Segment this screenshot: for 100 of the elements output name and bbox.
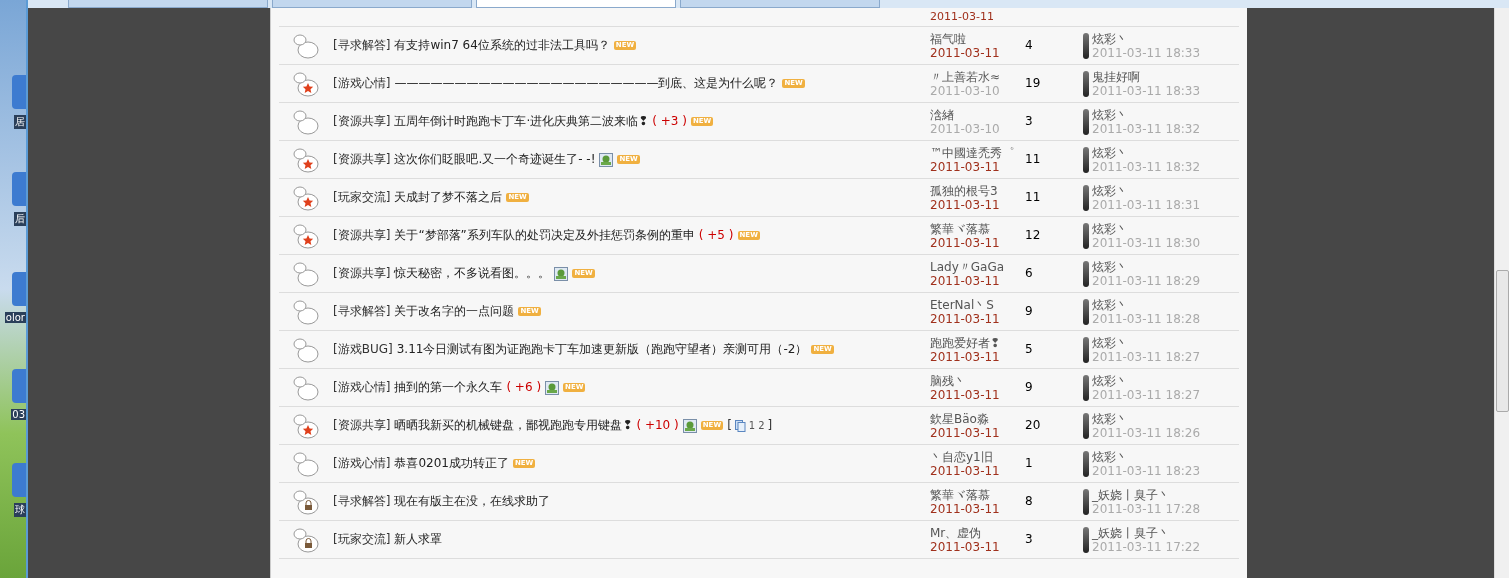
page-link[interactable]: 1: [748, 418, 756, 433]
thread-category[interactable]: [寻求解答]: [333, 304, 391, 319]
last-poster[interactable]: 炫彩丶: [1092, 335, 1201, 350]
last-poster[interactable]: 鬼挂好啊: [1092, 69, 1201, 84]
thread-category[interactable]: [资源共享]: [333, 228, 391, 243]
last-post-time: 2011-03-11 18:32: [1092, 159, 1201, 174]
post-date: 2011-03-11: [930, 45, 1001, 60]
thread-title[interactable]: 关于改名字的一点问题: [394, 304, 515, 319]
thread-category[interactable]: [玩家交流]: [333, 532, 391, 547]
desktop-icon-label: 03: [11, 409, 26, 420]
post-date: 2011-03-11: [930, 463, 1001, 478]
thread-author[interactable]: 脑残丶: [930, 373, 1022, 388]
thread-category[interactable]: [游戏心情]: [333, 76, 391, 91]
thread-author[interactable]: 丶自恋y1旧: [930, 449, 1022, 464]
thread-title[interactable]: 晒晒我新买的机械键盘，鄙视跑跑专用键盘❢: [394, 418, 633, 433]
thread-category[interactable]: [寻求解答]: [333, 494, 391, 509]
thread-title[interactable]: 这次你们眨眼吧.又一个奇迹诞生了- -!: [394, 152, 596, 167]
thread-title[interactable]: 关于“梦部落”系列车队的处罚决定及外挂惩罚条例的重申: [394, 228, 695, 243]
thread-author[interactable]: EterNal丶S: [930, 297, 1022, 312]
scroll-bar[interactable]: [1494, 8, 1509, 578]
last-poster[interactable]: 炫彩丶: [1092, 107, 1201, 122]
thread-author[interactable]: 福气啦: [930, 31, 1022, 46]
desktop-icon[interactable]: [12, 369, 26, 403]
last-poster[interactable]: 炫彩丶: [1092, 31, 1201, 46]
bracket: [: [727, 418, 732, 433]
thread-category[interactable]: [资源共享]: [333, 152, 391, 167]
thread-category[interactable]: [游戏心情]: [333, 456, 391, 471]
last-post-time: 2011-03-11 18:27: [1092, 349, 1201, 364]
desktop-icon[interactable]: [12, 75, 26, 109]
thread-author[interactable]: 浛緖: [930, 107, 1022, 122]
last-poster[interactable]: 炫彩丶: [1092, 221, 1201, 236]
thread-title[interactable]: 有支持win7 64位系统的过非法工具吗？: [394, 38, 610, 53]
last-post-marker-icon: [1083, 222, 1089, 249]
post-date: 2011-03-11: [930, 311, 1001, 326]
last-post-marker-icon: [1083, 450, 1089, 477]
desktop-icon[interactable]: [12, 463, 26, 497]
thread-title[interactable]: 五周年倒计时跑跑卡丁车·进化庆典第二波来临❢: [394, 114, 649, 129]
thread-author[interactable]: 繁華ヾ落慕: [930, 487, 1022, 502]
thread-category[interactable]: [资源共享]: [333, 266, 391, 281]
desktop-icon-label: 居: [14, 115, 26, 129]
post-date: 2011-03-11: [930, 425, 1001, 440]
thread-author[interactable]: 跑跑爱好者❢: [930, 335, 1022, 350]
desktop-icon-label: 后: [14, 212, 26, 226]
reply-count: 3: [1025, 532, 1034, 547]
reply-count: 12: [1025, 228, 1042, 243]
page-link[interactable]: 2: [758, 418, 765, 433]
thread-title[interactable]: 惊天秘密，不多说看图。。。: [394, 266, 551, 281]
last-poster[interactable]: 炫彩丶: [1092, 183, 1201, 198]
last-poster[interactable]: _妖娆丨臭子丶: [1092, 525, 1201, 540]
last-post-marker-icon: [1083, 146, 1089, 173]
thread-category[interactable]: [资源共享]: [333, 418, 391, 433]
thread-title[interactable]: 3.11今日测试有图为证跑跑卡丁车加速更新版（跑跑守望者）亲测可用（-2）: [396, 342, 808, 357]
rating-score: ( +6 ): [506, 380, 542, 395]
thread-category[interactable]: [资源共享]: [333, 114, 391, 129]
thread-author[interactable]: Mr、虚伪: [930, 525, 1022, 540]
thread-author[interactable]: 繁華ヾ落慕: [930, 221, 1022, 236]
thread-author[interactable]: 欽星Bäo淼: [930, 411, 1022, 426]
thread-title[interactable]: 天成封了梦不落之后: [394, 190, 503, 205]
reply-count: 8: [1025, 494, 1034, 509]
thread-author[interactable]: ™中國達禿秀゜: [930, 145, 1022, 160]
browser-tab[interactable]: [476, 0, 676, 8]
thread-title[interactable]: 抽到的第一个永久车: [394, 380, 503, 395]
last-poster[interactable]: 炫彩丶: [1092, 145, 1201, 160]
desktop-icon[interactable]: [12, 172, 26, 206]
thread-category[interactable]: [寻求解答]: [333, 38, 391, 53]
last-post-time: 2011-03-11 18:31: [1092, 197, 1201, 212]
desktop-icon[interactable]: [12, 272, 26, 306]
reply-count: 9: [1025, 304, 1034, 319]
last-post-marker-icon: [1083, 108, 1089, 135]
browser-tab[interactable]: [272, 0, 472, 8]
last-poster[interactable]: 炫彩丶: [1092, 411, 1201, 426]
last-poster[interactable]: 炫彩丶: [1092, 449, 1201, 464]
thread-author[interactable]: 〃上善若水≈: [930, 69, 1022, 84]
thread-title[interactable]: 现在有版主在没，在线求助了: [394, 494, 551, 509]
post-date: 2011-03-11: [930, 235, 1001, 250]
last-poster[interactable]: 炫彩丶: [1092, 297, 1201, 312]
thread-title[interactable]: ——————————————————————到底、这是为什么呢？: [394, 76, 779, 91]
desktop-icon-label: olor: [4, 312, 26, 323]
last-poster[interactable]: 炫彩丶: [1092, 373, 1201, 388]
thread-category[interactable]: [游戏心情]: [333, 380, 391, 395]
browser-tab[interactable]: [68, 0, 268, 8]
last-post-time: 2011-03-11 17:28: [1092, 501, 1201, 516]
last-poster[interactable]: _妖娆丨臭子丶: [1092, 487, 1201, 502]
browser-tab[interactable]: [680, 0, 880, 8]
last-post-marker-icon: [1083, 32, 1089, 59]
last-post-time: 2011-03-11 18:32: [1092, 121, 1201, 136]
thread-category[interactable]: [游戏BUG]: [333, 342, 393, 357]
last-post-marker-icon: [1083, 184, 1089, 211]
reply-count: 11: [1025, 152, 1042, 167]
last-poster[interactable]: 炫彩丶: [1092, 259, 1201, 274]
rating-score: ( +10 ): [636, 418, 679, 433]
thread-category[interactable]: [玩家交流]: [333, 190, 391, 205]
thread-author[interactable]: 孤独的根号3: [930, 183, 1022, 198]
last-post-time: 2011-03-11 18:33: [1092, 45, 1201, 60]
thread-title[interactable]: 新人求罩: [394, 532, 443, 547]
thread-title[interactable]: 恭喜0201成功转正了: [394, 456, 509, 471]
last-post-time: 2011-03-11 18:23: [1092, 463, 1201, 478]
reply-count: 19: [1025, 76, 1042, 91]
thread-author[interactable]: Lady〃GaGa: [930, 259, 1022, 274]
scroll-thumb[interactable]: [1495, 270, 1509, 412]
